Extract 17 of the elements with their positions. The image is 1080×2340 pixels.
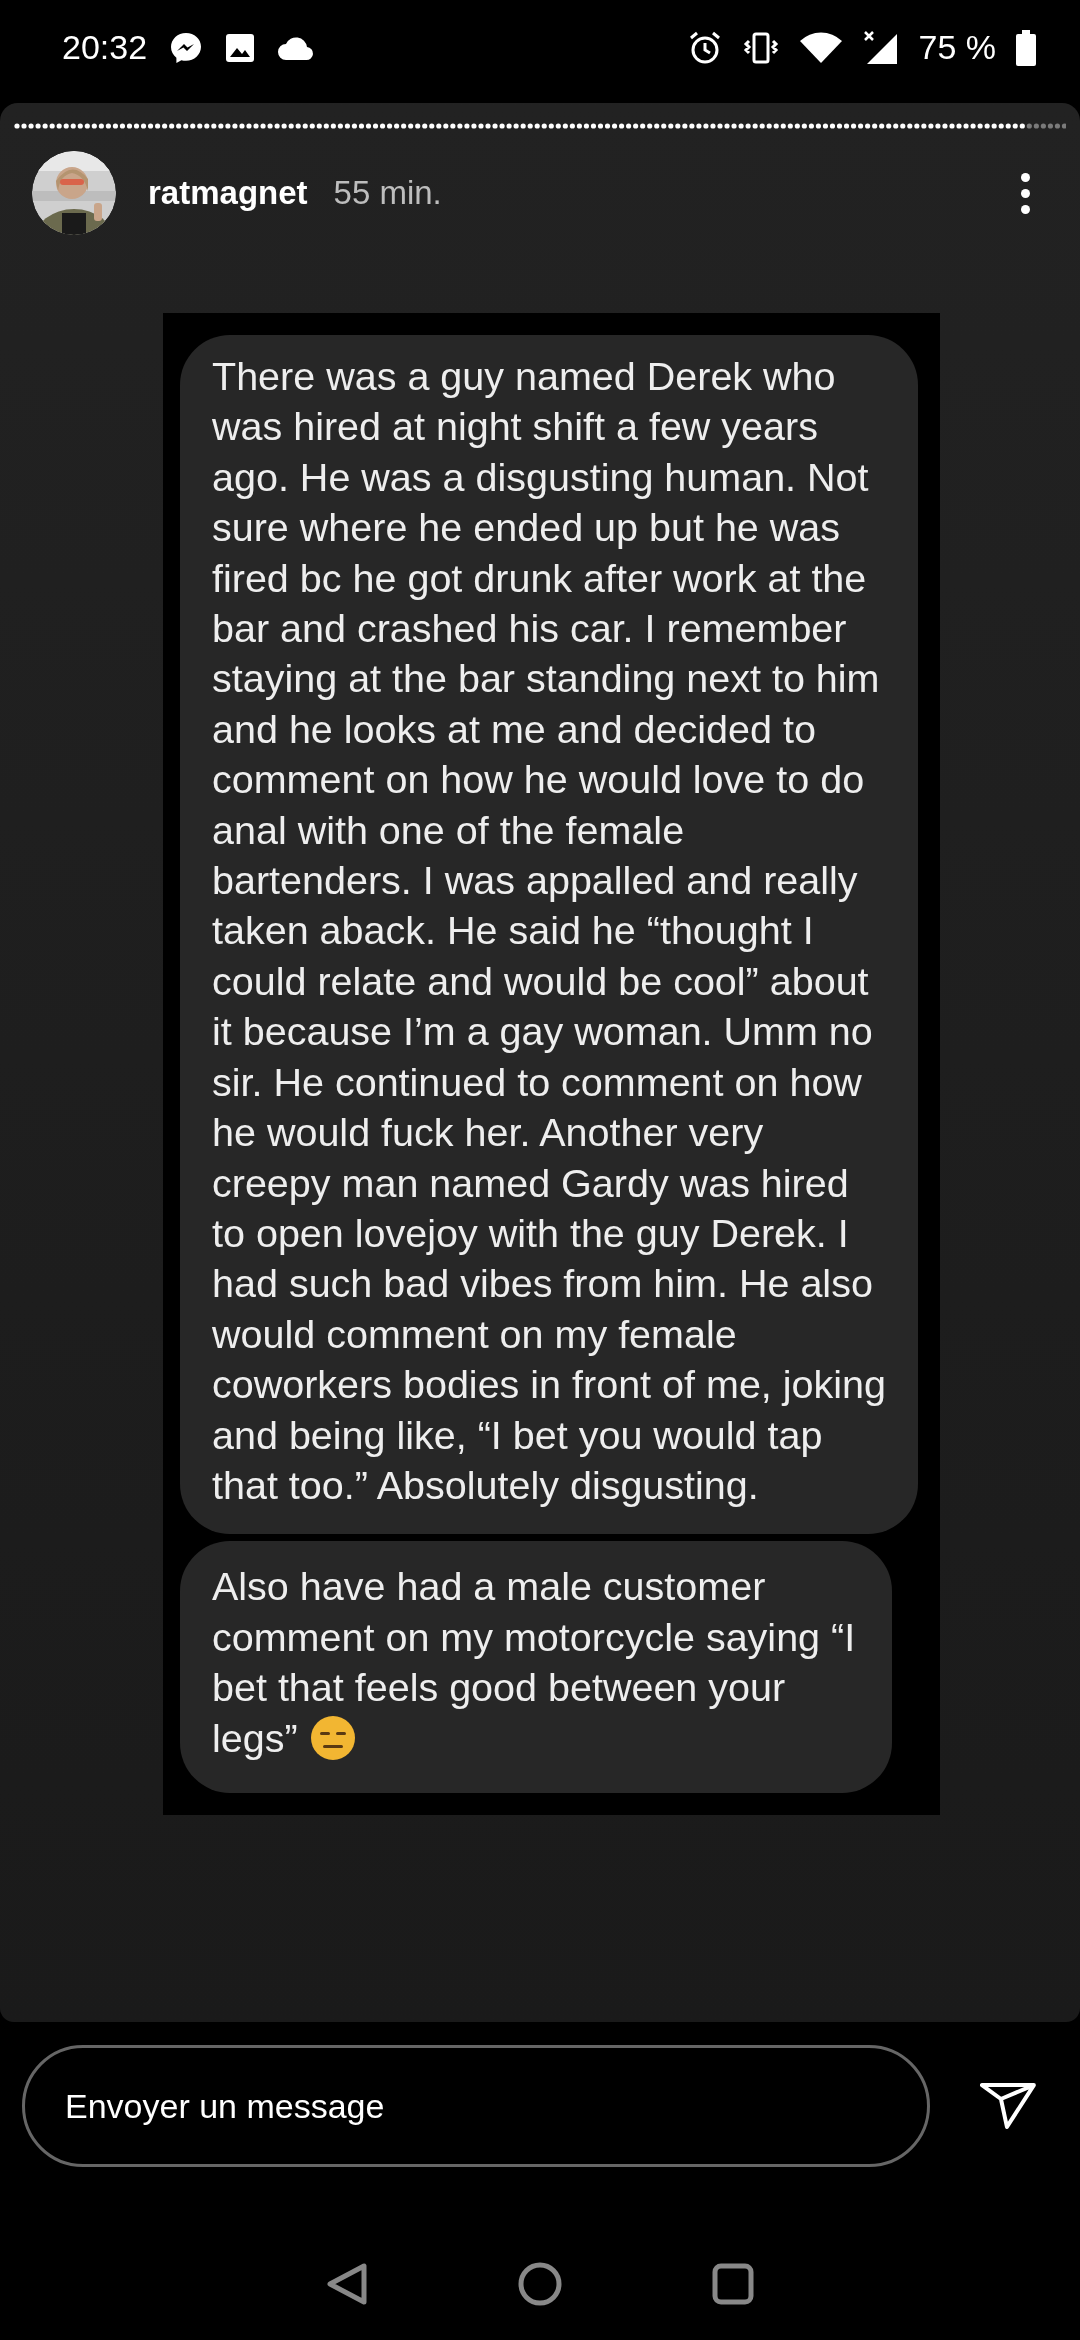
cloud-icon <box>277 34 316 61</box>
back-icon[interactable] <box>326 2262 368 2306</box>
home-icon[interactable] <box>518 2262 562 2306</box>
post-time: 55 min. <box>333 173 442 214</box>
username[interactable]: ratmagnet <box>148 168 308 218</box>
battery-icon <box>1016 29 1036 66</box>
messenger-icon <box>169 30 204 65</box>
send-icon[interactable] <box>980 2081 1036 2131</box>
message-text: Also have had a male customer comment on my motorcycle saying “I bet that feels good between your legs” <box>212 1563 857 1763</box>
image-icon <box>225 32 256 63</box>
wifi-icon <box>798 30 843 65</box>
battery-percentage: 75 % <box>918 27 996 68</box>
clock-time: 20:32 <box>62 27 148 68</box>
message-field[interactable]: Envoyer un message <box>22 2045 931 2167</box>
signal-icon <box>862 29 899 66</box>
recent-apps-icon[interactable] <box>712 2263 754 2305</box>
message-text: There was a guy named Derek who was hired at night shift a few years ago. He was a disgusting human. Not sure where he ended up but he was fired bc he got drunk after work at the bar and crashed his car. I remember staying at the bar standing next to him and he looks at me and decided to comment on how he would love to do anal with one of the female bartenders. I was appalled and really taken aback. He said he “thought I could relate and would be cool” about it because I’m a gay woman. Umm no sir. He continued to comment on how he would fuck her. Another very creepy man named Gardy was hired to open lovejoy with the guy Derek. I had such bad vibes from him. He also would comment on my female coworkers bodies in front of me, joking and being like, “I bet you would tap that too.” Absolutely disgusting. <box>212 353 887 1509</box>
